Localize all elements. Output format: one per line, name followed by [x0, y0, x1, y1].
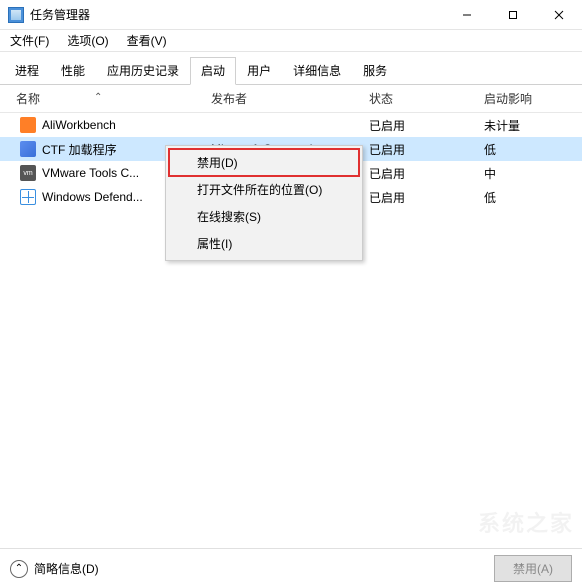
column-status[interactable]: 状态: [369, 90, 484, 107]
statusbar: ⌃ 简略信息(D) 禁用(A): [0, 548, 582, 588]
menu-options[interactable]: 选项(O): [63, 30, 112, 51]
column-publisher[interactable]: 发布者: [211, 90, 369, 107]
tab-processes[interactable]: 进程: [4, 57, 50, 85]
app-icon-vmware: [20, 165, 36, 181]
watermark: 系统之家: [478, 506, 574, 538]
ctx-disable[interactable]: 禁用(D): [169, 149, 359, 176]
tab-startup[interactable]: 启动: [190, 57, 236, 85]
row-impact: 低: [484, 189, 576, 206]
tab-app-history[interactable]: 应用历史记录: [96, 57, 190, 85]
window-title: 任务管理器: [30, 6, 444, 23]
context-menu: 禁用(D) 打开文件所在的位置(O) 在线搜索(S) 属性(I): [165, 145, 363, 261]
row-status: 已启用: [369, 189, 484, 206]
column-name-label: 名称: [16, 92, 40, 106]
disable-button[interactable]: 禁用(A): [494, 555, 572, 582]
ctx-properties[interactable]: 属性(I): [169, 230, 359, 257]
column-headers: 名称 ⌃ 发布者 状态 启动影响: [0, 85, 582, 113]
app-icon-ctf: [20, 141, 36, 157]
column-impact[interactable]: 启动影响: [484, 90, 576, 107]
app-icon-ali: [20, 117, 36, 133]
app-icon-defender: [20, 189, 36, 205]
tab-strip: 进程 性能 应用历史记录 启动 用户 详细信息 服务: [0, 52, 582, 85]
column-name[interactable]: 名称 ⌃: [6, 90, 211, 107]
titlebar: 任务管理器: [0, 0, 582, 30]
row-impact: 中: [484, 165, 576, 182]
row-status: 已启用: [369, 117, 484, 134]
menu-view[interactable]: 查看(V): [123, 30, 171, 51]
maximize-button[interactable]: [490, 0, 536, 30]
ctx-search-online[interactable]: 在线搜索(S): [169, 203, 359, 230]
table-row[interactable]: AliWorkbench 已启用 未计量: [0, 113, 582, 137]
detail-toggle-label: 简略信息(D): [34, 560, 99, 577]
tab-services[interactable]: 服务: [352, 57, 398, 85]
app-icon: [8, 7, 24, 23]
tab-details[interactable]: 详细信息: [282, 57, 352, 85]
menu-file[interactable]: 文件(F): [6, 30, 53, 51]
row-name: AliWorkbench: [42, 118, 211, 132]
sort-arrow-icon: ⌃: [94, 92, 102, 103]
tab-performance[interactable]: 性能: [50, 57, 96, 85]
row-status: 已启用: [369, 165, 484, 182]
tab-users[interactable]: 用户: [236, 57, 282, 85]
row-status: 已启用: [369, 141, 484, 158]
window-controls: [444, 0, 582, 30]
close-button[interactable]: [536, 0, 582, 30]
minimize-button[interactable]: [444, 0, 490, 30]
row-impact: 未计量: [484, 117, 576, 134]
chevron-up-icon: ⌃: [10, 560, 28, 578]
row-impact: 低: [484, 141, 576, 158]
ctx-open-location[interactable]: 打开文件所在的位置(O): [169, 176, 359, 203]
detail-toggle[interactable]: ⌃ 简略信息(D): [10, 560, 99, 578]
menubar: 文件(F) 选项(O) 查看(V): [0, 30, 582, 52]
